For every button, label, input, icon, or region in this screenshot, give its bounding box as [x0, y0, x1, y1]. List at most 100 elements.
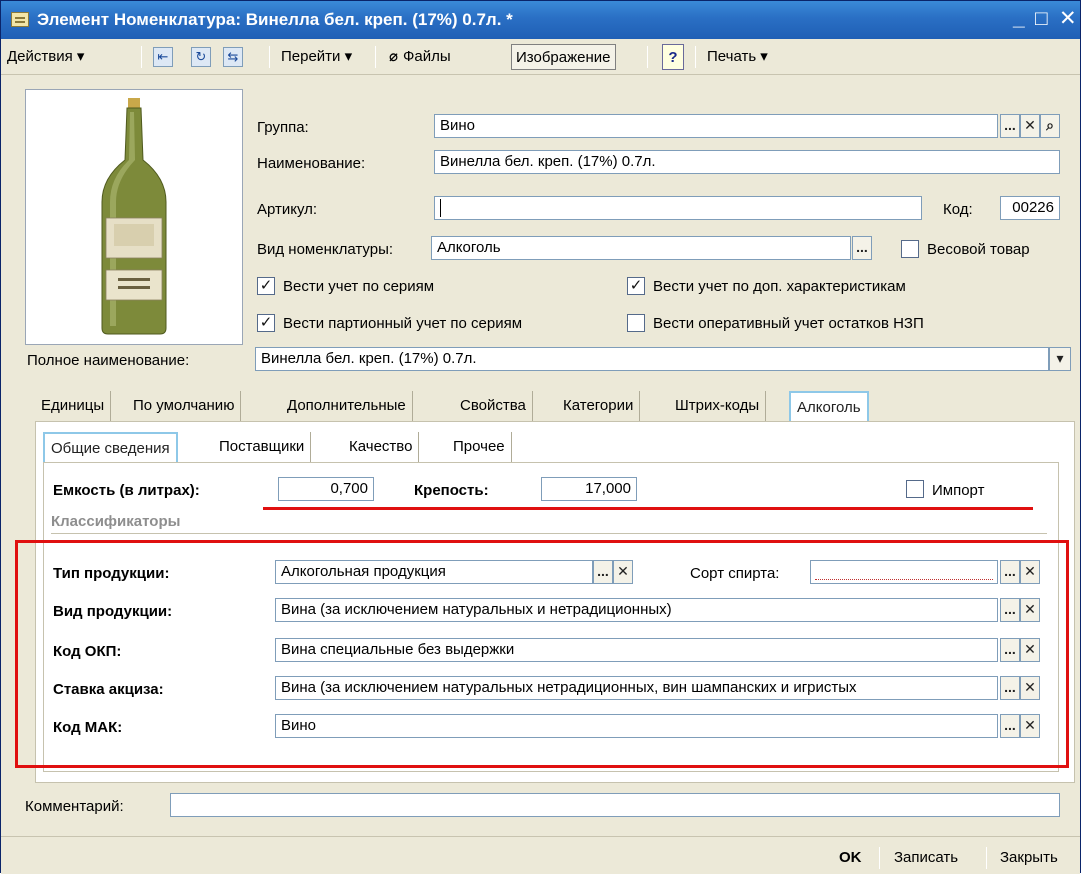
goto-menu[interactable]: Перейти ▾	[281, 44, 352, 70]
help-button[interactable]: ?	[662, 44, 684, 70]
switch-arrows-icon[interactable]: ⇆	[223, 47, 243, 67]
window-title: Элемент Номенклатура: Винелла бел. креп.…	[37, 10, 513, 29]
subtab-general[interactable]: Общие сведения	[43, 432, 178, 462]
clear-x-icon[interactable]: ✕	[613, 560, 633, 584]
mak-code-label: Код МАК:	[53, 719, 123, 736]
fullname-field[interactable]: Винелла бел. креп. (17%) 0.7л.	[255, 347, 1049, 371]
classifiers-divider	[51, 533, 1047, 534]
kind-field[interactable]: Алкоголь	[431, 236, 851, 260]
ok-button[interactable]: OK	[839, 845, 862, 871]
strength-label: Крепость:	[414, 482, 489, 499]
refresh-icon[interactable]: ↻	[191, 47, 211, 67]
name-field[interactable]: Винелла бел. креп. (17%) 0.7л.	[434, 150, 1060, 174]
comment-label: Комментарий:	[25, 798, 124, 815]
weight-checkbox[interactable]	[901, 240, 919, 258]
product-image[interactable]	[25, 89, 243, 345]
toolbar: Действия ▾ ⇤ ↻ ⇆ Перейти ▾ ⌀ Файлы Изобр…	[1, 39, 1080, 75]
ellipsis-icon[interactable]: ...	[593, 560, 613, 584]
tab-additional[interactable]: Дополнительные	[281, 391, 413, 421]
footer-bar: OK Записать Закрыть	[1, 836, 1080, 874]
tab-properties[interactable]: Свойства	[454, 391, 533, 421]
tab-barcodes[interactable]: Штрих-коды	[669, 391, 767, 421]
footer-separator	[879, 847, 880, 869]
batch-checkbox[interactable]: ✓	[257, 314, 275, 332]
tab-defaults[interactable]: По умолчанию	[127, 391, 242, 421]
nzp-checkbox[interactable]	[627, 314, 645, 332]
ellipsis-icon[interactable]: ...	[1000, 638, 1020, 662]
tab-categories[interactable]: Категории	[557, 391, 641, 421]
import-label: Импорт	[932, 482, 985, 499]
actions-menu[interactable]: Действия ▾	[7, 44, 84, 70]
item-window: Элемент Номенклатура: Винелла бел. креп.…	[0, 0, 1081, 874]
capacity-label: Емкость (в литрах):	[53, 482, 200, 499]
capacity-field[interactable]: 0,700	[278, 477, 374, 501]
minimize-button[interactable]: _	[1013, 7, 1025, 31]
code-field[interactable]: 00226	[1000, 196, 1060, 220]
product-kind-field[interactable]: Вина (за исключением натуральных и нетра…	[275, 598, 998, 622]
clear-x-icon[interactable]: ✕	[1020, 560, 1040, 584]
excise-rate-label: Ставка акциза:	[53, 681, 164, 698]
app-icon	[11, 12, 29, 27]
toolbar-separator	[141, 46, 142, 68]
series-checkbox[interactable]: ✓	[257, 277, 275, 295]
print-menu[interactable]: Печать ▾	[707, 44, 768, 70]
wine-bottle-icon	[101, 98, 167, 335]
maximize-button[interactable]: □	[1035, 7, 1048, 31]
fullname-label: Полное наименование:	[27, 352, 190, 369]
image-button[interactable]: Изображение	[511, 44, 616, 70]
mak-code-field[interactable]: Вино	[275, 714, 998, 738]
footer-separator	[986, 847, 987, 869]
product-kind-label: Вид продукции:	[53, 603, 173, 620]
batch-label: Вести партионный учет по сериям	[283, 315, 523, 332]
clear-x-icon[interactable]: ✕	[1020, 598, 1040, 622]
okp-field[interactable]: Вина специальные без выдержки	[275, 638, 998, 662]
ellipsis-icon[interactable]: ...	[1000, 676, 1020, 700]
extra-characteristics-checkbox[interactable]: ✓	[627, 277, 645, 295]
article-field[interactable]	[434, 196, 922, 220]
series-label: Вести учет по сериям	[283, 278, 435, 295]
clear-x-icon[interactable]: ✕	[1020, 714, 1040, 738]
subtab-quality[interactable]: Качество	[343, 432, 420, 462]
ellipsis-icon[interactable]: ...	[1000, 598, 1020, 622]
import-checkbox[interactable]	[906, 480, 924, 498]
group-label: Группа:	[257, 119, 309, 136]
toolbar-separator	[695, 46, 696, 68]
toolbar-separator	[375, 46, 376, 68]
files-button[interactable]: Файлы	[403, 44, 451, 70]
code-label: Код:	[943, 201, 973, 218]
toolbar-separator	[647, 46, 648, 68]
ellipsis-icon[interactable]: ...	[1000, 714, 1020, 738]
extra-characteristics-label: Вести учет по доп. характеристикам	[653, 278, 906, 295]
dropdown-arrow-icon[interactable]: ▾	[1049, 347, 1071, 371]
close-button[interactable]: Закрыть	[1000, 845, 1058, 871]
back-arrow-icon[interactable]: ⇤	[153, 47, 173, 67]
tab-units[interactable]: Единицы	[35, 391, 112, 421]
tab-alcohol[interactable]: Алкоголь	[789, 391, 869, 421]
title-bar[interactable]: Элемент Номенклатура: Винелла бел. креп.…	[1, 1, 1080, 39]
okp-label: Код ОКП:	[53, 643, 122, 660]
save-button[interactable]: Записать	[894, 845, 958, 871]
ellipsis-icon[interactable]: ...	[852, 236, 872, 260]
clear-x-icon[interactable]: ✕	[1020, 638, 1040, 662]
sub-tabs: Общие сведения Поставщики Качество Проче…	[43, 432, 543, 462]
subtab-other[interactable]: Прочее	[447, 432, 512, 462]
name-label: Наименование:	[257, 155, 366, 172]
product-type-field[interactable]: Алкогольная продукция	[275, 560, 593, 584]
group-field[interactable]: Вино	[434, 114, 998, 138]
ellipsis-icon[interactable]: ...	[1000, 114, 1020, 138]
search-icon[interactable]: ⌕	[1040, 114, 1060, 138]
spirit-grade-field[interactable]	[810, 560, 998, 584]
clear-x-icon[interactable]: ✕	[1020, 114, 1040, 138]
classifiers-heading: Классификаторы	[51, 513, 181, 530]
subtab-suppliers[interactable]: Поставщики	[213, 432, 312, 462]
nzp-label: Вести оперативный учет остатков НЗП	[653, 315, 924, 332]
strength-field[interactable]: 17,000	[541, 477, 637, 501]
excise-rate-field[interactable]: Вина (за исключением натуральных нетради…	[275, 676, 998, 700]
clear-x-icon[interactable]: ✕	[1020, 676, 1040, 700]
paperclip-icon: ⌀	[389, 48, 399, 65]
ellipsis-icon[interactable]: ...	[1000, 560, 1020, 584]
comment-field[interactable]	[170, 793, 1060, 817]
kind-label: Вид номенклатуры:	[257, 241, 394, 258]
spirit-grade-label: Сорт спирта:	[690, 565, 780, 582]
close-window-button[interactable]: ✕	[1059, 7, 1077, 31]
